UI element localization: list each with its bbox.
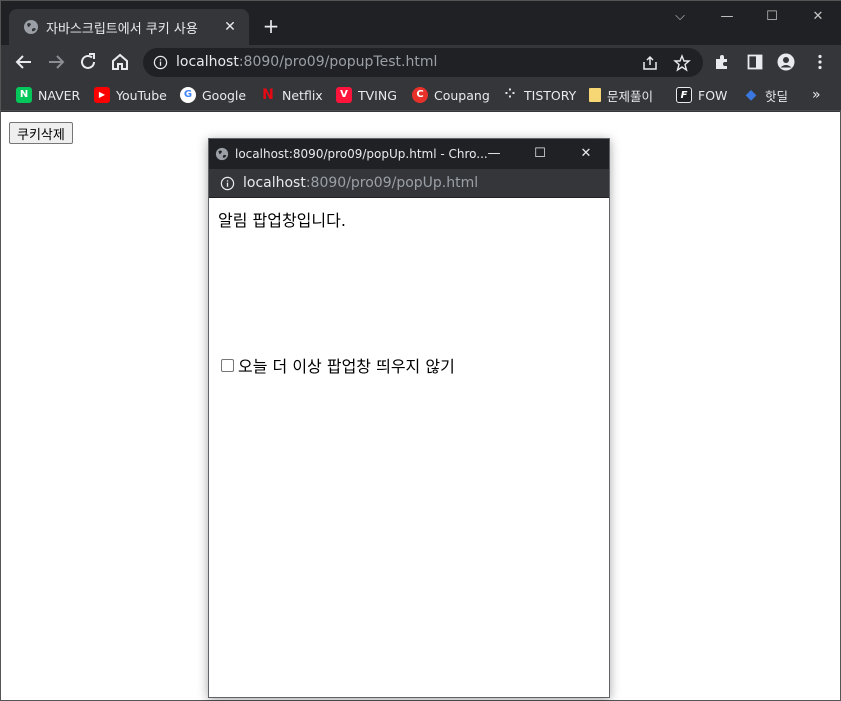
menu-kebab-icon[interactable] — [811, 53, 829, 71]
info-icon[interactable] — [153, 55, 168, 70]
profile-avatar-icon[interactable] — [777, 53, 795, 71]
tistory-icon: ⁘ — [504, 87, 516, 102]
tab-active[interactable]: 자바스크립트에서 쿠키 사용 ✕ — [9, 9, 249, 45]
popup-title: localhost:8090/pro09/popUp.html - Chro..… — [235, 147, 488, 161]
popup-url-path: :8090/pro09/popUp.html — [305, 175, 479, 191]
tab-title: 자바스크립트에서 쿠키 사용 — [46, 22, 198, 37]
bookmark-label: Google — [202, 87, 247, 103]
netflix-icon: N — [262, 87, 274, 103]
popup-address-bar: localhost:8090/pro09/popUp.html — [209, 169, 609, 198]
share-icon[interactable] — [641, 54, 659, 72]
popup-notice-text: 알림 팝업창입니다. — [218, 211, 346, 230]
new-tab-button[interactable]: + — [260, 15, 282, 37]
delete-cookie-button[interactable]: 쿠키삭제 — [9, 122, 73, 144]
folder-icon — [589, 88, 601, 102]
back-icon[interactable] — [12, 50, 36, 74]
tab-search-chevron-icon[interactable]: ⌵ — [657, 3, 703, 31]
address-url: localhost:8090/pro09/popupTest.html — [176, 54, 437, 70]
bookmark-naver[interactable]: N NAVER — [16, 85, 80, 105]
close-window-button[interactable]: ✕ — [795, 3, 841, 31]
info-icon[interactable] — [220, 176, 235, 191]
bookmarks-bar: N NAVER ▶ YouTube G Google N Netflix V TVING … — [1, 79, 841, 111]
address-bar[interactable]: localhost:8090/pro09/popupTest.html — [143, 48, 703, 77]
bookmark-youtube[interactable]: ▶ YouTube — [94, 85, 167, 105]
extensions-icon[interactable] — [713, 53, 731, 71]
popup-window: localhost:8090/pro09/popUp.html - Chro..… — [208, 138, 610, 698]
bookmark-netflix[interactable]: N Netflix — [260, 85, 323, 105]
tab-strip: 자바스크립트에서 쿠키 사용 ✕ + ⌵ — ☐ ✕ — [1, 1, 841, 45]
youtube-icon: ▶ — [94, 87, 110, 103]
coupang-icon: C — [412, 87, 428, 103]
bookmark-label: TVING — [358, 87, 397, 103]
tving-icon: V — [336, 87, 352, 103]
bookmark-label: TISTORY — [524, 87, 577, 103]
bookmark-tving[interactable]: V TVING — [336, 85, 397, 105]
forward-icon[interactable] — [44, 50, 68, 74]
popup-close-button[interactable]: ✕ — [563, 139, 609, 169]
popup-url-host: localhost — [243, 175, 306, 191]
popup-maximize-button[interactable]: ☐ — [517, 139, 563, 169]
dont-show-today-option[interactable]: 오늘 더 이상 팝업창 띄우지 않기 — [221, 353, 455, 377]
address-host: localhost — [176, 54, 239, 70]
bookmark-label: FOW — [698, 87, 728, 103]
hotdeal-icon: ◆ — [745, 87, 757, 103]
popup-titlebar[interactable]: localhost:8090/pro09/popUp.html - Chro..… — [209, 139, 609, 169]
address-path: :8090/pro09/popupTest.html — [238, 54, 438, 70]
dont-show-today-checkbox[interactable] — [221, 358, 234, 372]
bookmark-hotdeal[interactable]: ◆ 핫딜 — [743, 85, 788, 105]
tab-close-icon[interactable]: ✕ — [221, 18, 239, 36]
bookmark-fow[interactable]: F FOW — [676, 85, 727, 105]
maximize-button[interactable]: ☐ — [749, 3, 795, 31]
bookmarks-overflow-button[interactable]: » — [812, 85, 821, 105]
popup-minimize-button[interactable]: — — [471, 139, 517, 169]
bookmark-label: NAVER — [38, 87, 81, 103]
globe-icon — [215, 147, 229, 161]
side-panel-icon[interactable] — [746, 53, 764, 71]
home-icon[interactable] — [108, 50, 132, 74]
bookmark-star-icon[interactable] — [673, 54, 691, 72]
popup-body: 알림 팝업창입니다. 오늘 더 이상 팝업창 띄우지 않기 — [209, 198, 609, 697]
minimize-button[interactable]: — — [704, 3, 750, 31]
bookmark-google[interactable]: G Google — [180, 85, 246, 105]
naver-icon: N — [16, 87, 32, 103]
bookmark-label: 핫딜 — [765, 88, 789, 104]
bookmark-label: YouTube — [116, 87, 167, 103]
globe-icon — [24, 20, 38, 34]
bookmark-label: Coupang — [434, 87, 490, 103]
bookmark-label: 문제풀이 — [607, 88, 654, 104]
popup-url: localhost:8090/pro09/popUp.html — [243, 175, 478, 191]
dont-show-today-label: 오늘 더 이상 팝업창 띄우지 않기 — [238, 357, 455, 376]
bookmark-folder-problems[interactable]: 문제풀이 — [589, 85, 653, 105]
reload-icon[interactable] — [76, 50, 100, 74]
bookmark-tistory[interactable]: ⁘ TISTORY — [502, 85, 577, 105]
toolbar: localhost:8090/pro09/popupTest.html — [1, 45, 841, 79]
fow-icon: F — [676, 87, 692, 103]
google-icon: G — [180, 87, 196, 103]
bookmark-coupang[interactable]: C Coupang — [412, 85, 490, 105]
bookmark-label: Netflix — [282, 87, 323, 103]
